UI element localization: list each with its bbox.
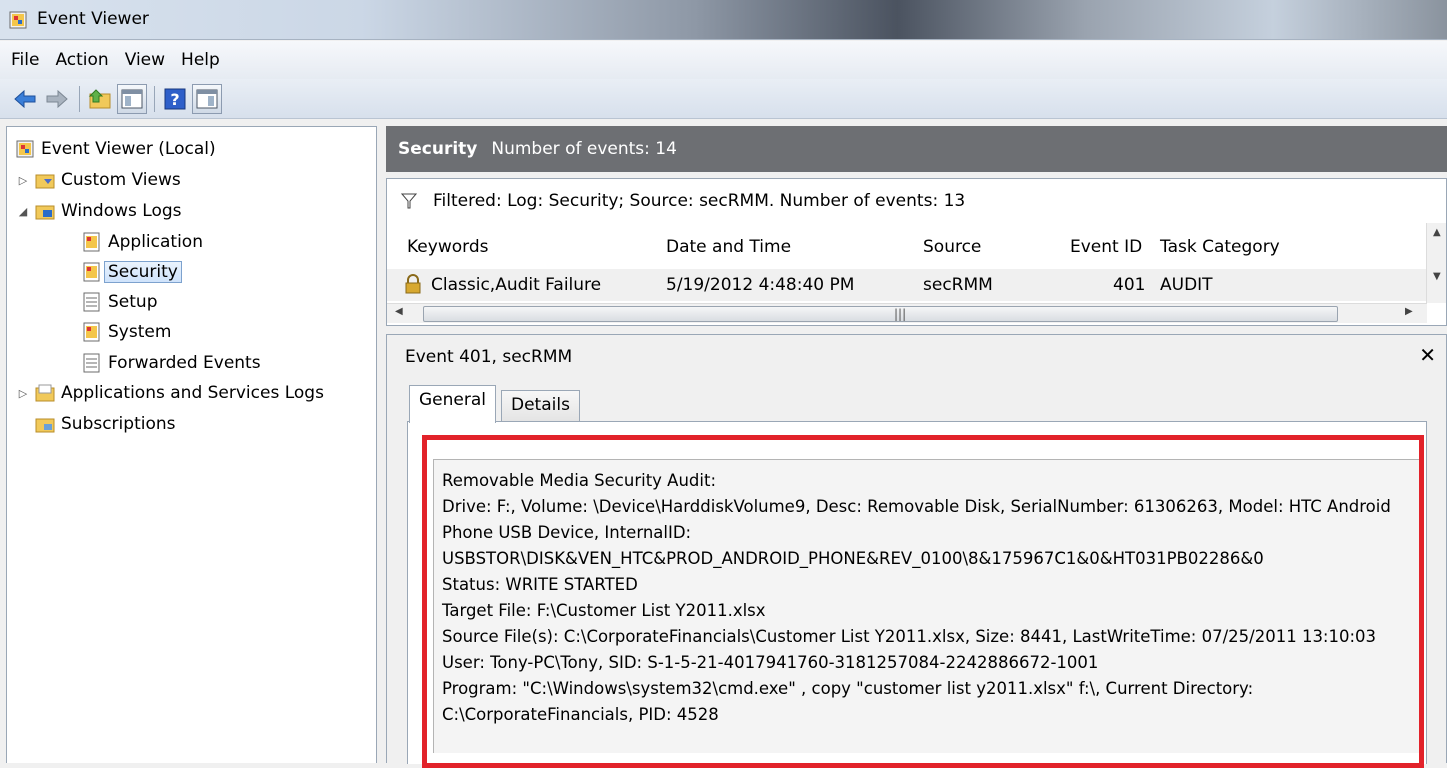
table-row[interactable]: Classic,Audit Failure 5/19/2012 4:48:40 … (387, 269, 1427, 301)
menu-help[interactable]: Help (173, 46, 228, 74)
up-folder-button[interactable] (85, 84, 115, 114)
help-icon: ? (164, 88, 186, 109)
show-hide-tree-icon (121, 89, 143, 108)
expand-arrow-icon[interactable]: ▷ (15, 387, 31, 400)
menu-file[interactable]: File (3, 46, 47, 74)
horizontal-scrollbar[interactable]: ◀ ||| ▶ (387, 303, 1427, 323)
tree-label: Applications and Services Logs (61, 383, 324, 403)
event-log-icon (83, 322, 100, 342)
event-viewer-app-icon (9, 11, 27, 29)
log-page-icon (83, 353, 100, 373)
column-header-task-category[interactable]: Task Category (1160, 237, 1280, 257)
filter-description: Filtered: Log: Security; Source: secRMM.… (433, 191, 966, 211)
cell-source: secRMM (923, 275, 993, 295)
tree-item-setup[interactable]: Setup (82, 288, 157, 316)
expand-arrow-icon[interactable]: ▷ (15, 174, 31, 187)
help-button[interactable]: ? (160, 84, 190, 114)
toolbar-separator (79, 85, 80, 112)
scrollbar-thumb[interactable]: ||| (423, 306, 1338, 322)
scroll-left-icon[interactable]: ◀ (395, 306, 403, 317)
toolbar: ? (0, 79, 1447, 119)
toolbar-separator (154, 85, 155, 112)
forward-button[interactable] (42, 84, 72, 114)
tree-label: Windows Logs (61, 201, 182, 221)
collapse-arrow-icon[interactable]: ◢ (15, 205, 31, 218)
navigation-tree: Event Viewer (Local) ▷ Custom Views ◢ Wi… (6, 126, 377, 763)
column-header-keywords[interactable]: Keywords (407, 237, 488, 257)
show-hide-action-pane-button[interactable] (192, 83, 222, 114)
windows-logs-folder-icon (35, 205, 55, 220)
scroll-right-icon[interactable]: ▶ (1405, 306, 1413, 317)
event-detail-title: Event 401, secRMM (405, 347, 573, 367)
back-button[interactable] (10, 84, 40, 114)
tree-label: Custom Views (61, 170, 181, 190)
tree-label: Forwarded Events (108, 353, 261, 373)
column-header-date-time[interactable]: Date and Time (666, 237, 791, 257)
tree-label: Subscriptions (61, 414, 176, 434)
menu-bar: File Action View Help (0, 41, 1447, 79)
show-hide-action-pane-icon (196, 89, 218, 108)
tab-details[interactable]: Details (501, 390, 580, 423)
lock-icon (405, 274, 421, 294)
log-header: Security Number of events: 14 (386, 126, 1447, 172)
event-log-icon (83, 232, 100, 252)
cell-event-id: 401 (1113, 275, 1146, 295)
event-count: Number of events: 14 (491, 139, 677, 159)
tree-item-application[interactable]: Application (82, 228, 203, 256)
tree-label: Application (108, 232, 203, 252)
log-page-icon (83, 292, 100, 312)
tree-label: System (108, 322, 172, 342)
tree-item-subscriptions[interactable]: Subscriptions (35, 410, 175, 438)
vertical-scrollbar[interactable]: ▲ ▼ (1426, 223, 1446, 303)
pane-splitter[interactable] (377, 126, 386, 763)
red-highlight-box (422, 435, 1424, 768)
filter-funnel-icon (401, 193, 417, 209)
column-header-event-id[interactable]: Event ID (1070, 237, 1142, 257)
grip-icon: ||| (894, 307, 907, 321)
svg-text:?: ? (170, 90, 179, 109)
menu-view[interactable]: View (117, 46, 173, 74)
cell-keywords: Classic,Audit Failure (431, 275, 602, 295)
menu-action[interactable]: Action (47, 46, 116, 74)
tree-item-security[interactable]: Security (82, 258, 182, 286)
main-pane: Security Number of events: 14 Filtered: … (386, 126, 1447, 768)
window-title: Event Viewer (37, 9, 149, 29)
filter-bar: Filtered: Log: Security; Source: secRMM.… (387, 179, 1446, 223)
tree-item-event-viewer-local[interactable]: Event Viewer (Local) (15, 135, 216, 163)
event-viewer-icon (16, 140, 34, 158)
forward-icon (46, 89, 68, 108)
cell-task-category: AUDIT (1160, 275, 1213, 295)
column-header-source[interactable]: Source (923, 237, 981, 257)
tree-item-forwarded-events[interactable]: Forwarded Events (82, 349, 261, 377)
custom-views-folder-icon (35, 174, 55, 189)
tree-item-system[interactable]: System (82, 318, 171, 346)
log-name: Security (398, 139, 478, 159)
tab-general[interactable]: General (409, 385, 496, 423)
tree-item-custom-views[interactable]: ▷ Custom Views (15, 166, 181, 194)
cell-date-time: 5/19/2012 4:48:40 PM (666, 275, 855, 295)
tree-label: Event Viewer (Local) (41, 139, 216, 159)
event-detail-panel: Event 401, secRMM ✕ General Details Remo… (386, 334, 1447, 768)
tree-label: Setup (108, 292, 158, 312)
tree-item-windows-logs[interactable]: ◢ Windows Logs (15, 197, 182, 225)
event-log-icon (83, 262, 100, 282)
back-icon (14, 89, 36, 108)
up-folder-icon (88, 88, 111, 108)
tree-label: Security (104, 261, 182, 283)
folder-icon (35, 384, 55, 402)
subscriptions-icon (35, 418, 55, 433)
tree-item-applications-and-services-logs[interactable]: ▷ Applications and Services Logs (15, 379, 324, 407)
events-table-header: Keywords Date and Time Source Event ID T… (387, 231, 1427, 263)
events-panel: Filtered: Log: Security; Source: secRMM.… (386, 178, 1447, 326)
title-bar: Event Viewer (0, 0, 1447, 40)
close-icon[interactable]: ✕ (1419, 343, 1436, 367)
scroll-up-icon[interactable]: ▲ (1433, 227, 1441, 238)
show-hide-tree-button[interactable] (117, 83, 147, 114)
scroll-down-icon[interactable]: ▼ (1433, 271, 1441, 282)
